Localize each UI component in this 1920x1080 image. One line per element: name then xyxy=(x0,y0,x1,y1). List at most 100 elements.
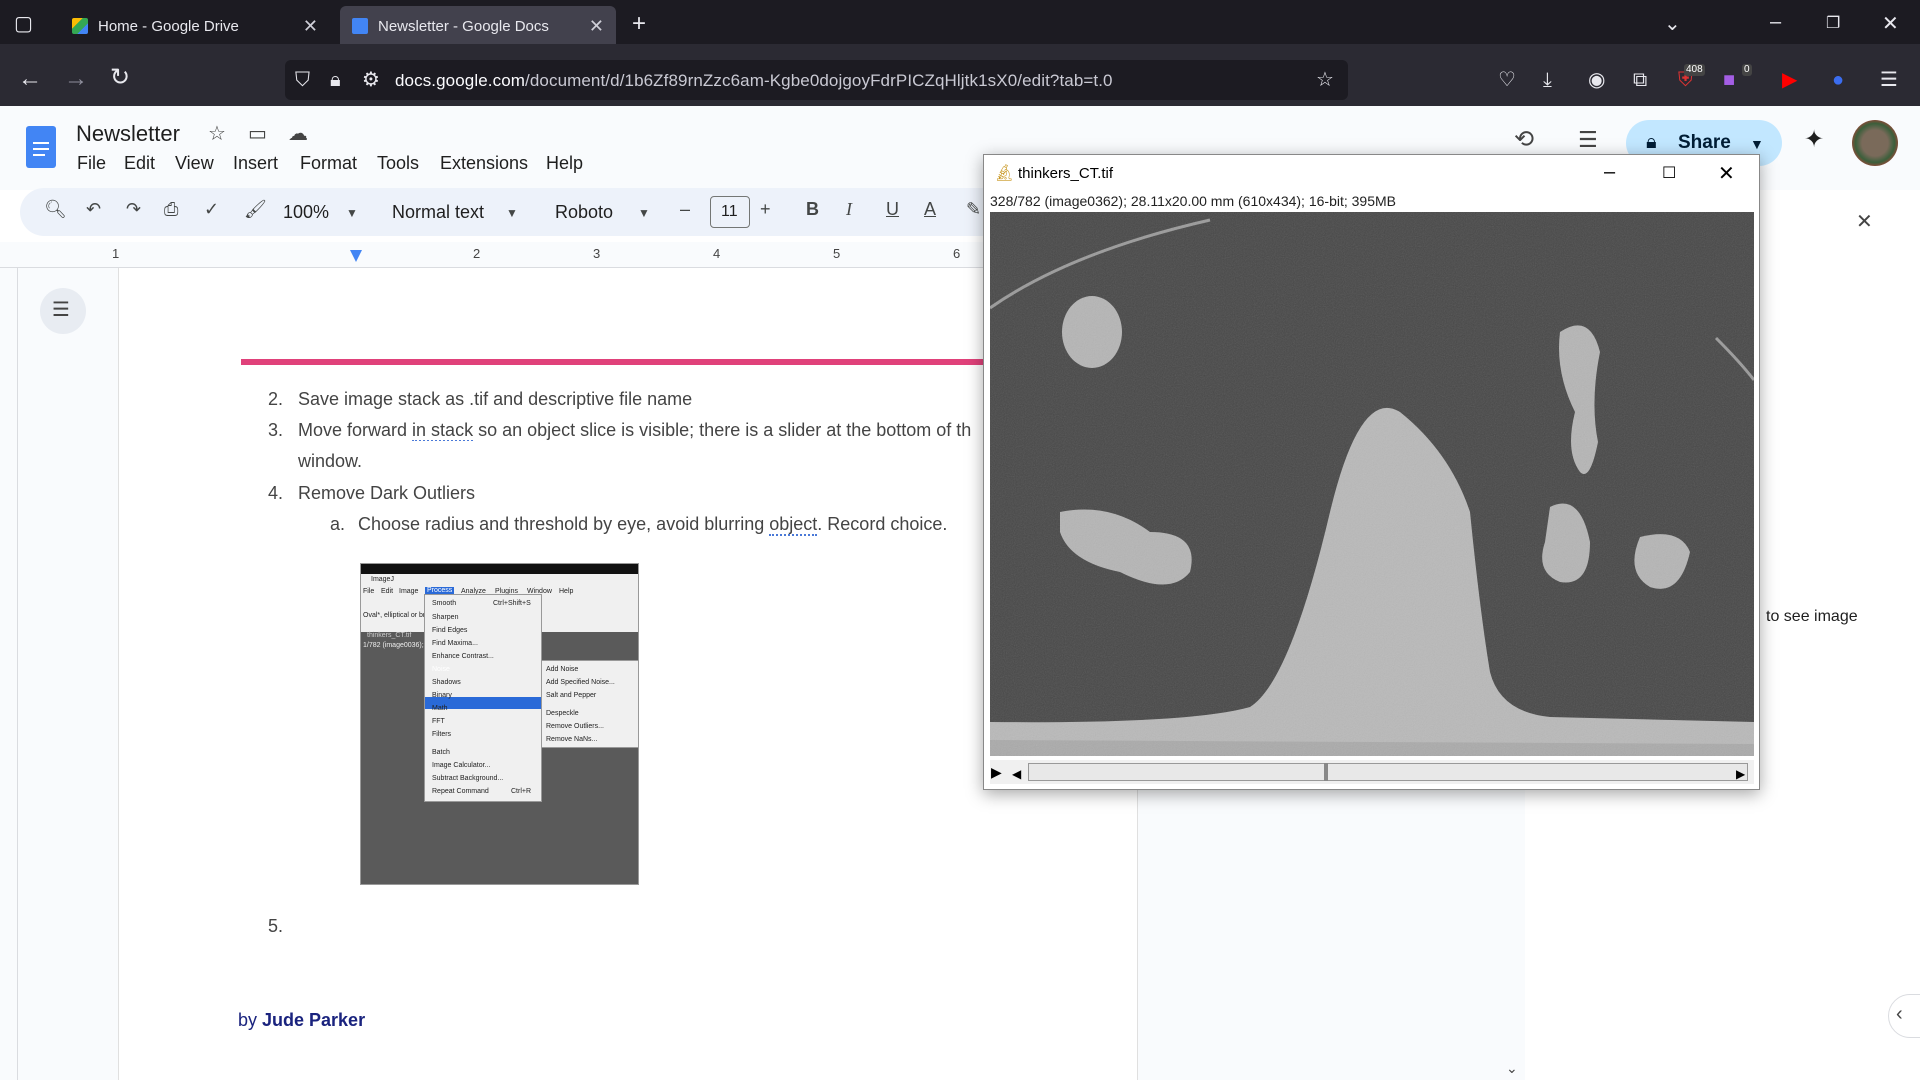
close-panel-icon[interactable]: ✕ xyxy=(1856,212,1873,232)
list-item[interactable]: Move forward in stack so an object slice… xyxy=(298,420,984,441)
play-icon[interactable]: ▶ xyxy=(991,762,1002,782)
slider-track[interactable] xyxy=(1028,763,1748,781)
print-icon[interactable]: ⎙ xyxy=(164,199,178,220)
forward-icon[interactable]: → xyxy=(64,67,88,91)
text-run: Move forward xyxy=(298,420,413,440)
chevron-down-icon[interactable]: ▼ xyxy=(346,206,358,220)
close-window-icon[interactable]: ✕ xyxy=(1882,14,1899,34)
thumb-submenu-item: Remove NaNs... xyxy=(546,736,598,743)
reload-icon[interactable]: ↻ xyxy=(110,66,130,90)
byline[interactable]: by Jude Parker xyxy=(238,1010,365,1031)
search-icon[interactable]: 🔍︎ xyxy=(44,199,67,220)
lock-icon[interactable]: 🔒︎ xyxy=(330,70,341,90)
tab-google-drive[interactable]: Home - Google Drive ✕ xyxy=(60,6,330,46)
thumb-menu-help: Help xyxy=(559,588,574,595)
imagej-image-canvas[interactable] xyxy=(989,212,1756,756)
extension-badge: 0 xyxy=(1742,64,1752,76)
tab-list-icon[interactable]: ▢ xyxy=(14,14,33,34)
account-icon[interactable]: ◉ xyxy=(1588,70,1605,90)
list-item[interactable]: Remove Dark Outliers xyxy=(298,483,475,504)
list-item-continuation[interactable]: window. xyxy=(298,451,362,472)
menu-icon[interactable]: ☰ xyxy=(1880,70,1898,90)
spellcheck-icon[interactable]: ✓ xyxy=(204,199,219,220)
version-history-icon[interactable]: ⟲ xyxy=(1514,128,1534,152)
ruler-number: 5 xyxy=(833,246,841,261)
close-icon[interactable]: ✕ xyxy=(1718,164,1735,184)
minimize-icon[interactable]: – xyxy=(1770,12,1781,32)
menu-help[interactable]: Help xyxy=(546,153,583,174)
share-dropdown-icon[interactable]: ▼ xyxy=(1750,134,1764,154)
avatar[interactable] xyxy=(1852,120,1898,166)
italic-icon[interactable]: I xyxy=(846,199,852,220)
thumb-image-title: thinkers_CT.tif xyxy=(367,632,412,639)
style-select[interactable]: Normal text xyxy=(392,202,484,223)
vertical-ruler[interactable] xyxy=(0,268,18,1080)
thumb-title: ImageJ xyxy=(371,576,394,583)
close-icon[interactable]: ✕ xyxy=(303,16,318,37)
undo-icon[interactable]: ↶ xyxy=(86,199,101,220)
star-icon[interactable]: ☆ xyxy=(208,124,226,144)
thumb-noise-submenu xyxy=(541,660,639,748)
url-domain: docs.google.com xyxy=(395,71,526,90)
extension-circle-icon[interactable]: ● xyxy=(1832,70,1844,90)
menu-insert[interactable]: Insert xyxy=(233,153,278,174)
move-folder-icon[interactable]: ▭ xyxy=(248,124,267,144)
font-select[interactable]: Roboto xyxy=(555,202,613,223)
increase-font-icon[interactable]: + xyxy=(760,199,771,220)
comments-icon[interactable]: ☰ xyxy=(1578,129,1598,151)
outline-list-icon: ☰ xyxy=(52,299,70,321)
list-number: a. xyxy=(330,514,346,534)
scroll-right-icon[interactable]: ▶ xyxy=(1736,764,1745,784)
permissions-icon[interactable]: ⚙ xyxy=(362,70,380,90)
close-icon[interactable]: ✕ xyxy=(589,16,604,37)
url-text[interactable]: docs.google.com/document/d/1b6Zf89rnZzc6… xyxy=(395,71,1113,91)
shield-icon[interactable]: ⛉ xyxy=(295,70,310,90)
menu-edit[interactable]: Edit xyxy=(124,153,155,174)
minimize-icon[interactable]: – xyxy=(1604,162,1615,182)
document-title[interactable]: Newsletter xyxy=(76,121,180,147)
maximize-icon[interactable]: ☐ xyxy=(1662,164,1676,184)
underline-icon[interactable]: U xyxy=(886,199,899,220)
slider-thumb[interactable] xyxy=(1324,763,1328,781)
youtube-icon[interactable]: ▶ xyxy=(1782,70,1797,90)
ct-slice-image xyxy=(989,212,1756,756)
chevron-down-icon[interactable]: ▼ xyxy=(638,206,650,220)
menu-format[interactable]: Format xyxy=(300,153,357,174)
redo-icon[interactable]: ↷ xyxy=(126,199,141,220)
chevron-down-icon[interactable]: ▼ xyxy=(506,206,518,220)
new-tab-icon[interactable]: + xyxy=(632,12,646,36)
horizontal-ruler[interactable] xyxy=(0,242,990,268)
docs-logo-icon[interactable] xyxy=(26,126,56,168)
bold-icon[interactable]: B xyxy=(806,199,819,220)
menu-extensions[interactable]: Extensions xyxy=(440,153,528,174)
highlight-icon[interactable]: ✎ xyxy=(966,199,981,220)
zoom-select[interactable]: 100% xyxy=(283,202,329,223)
ruler-number: 4 xyxy=(713,246,721,261)
paint-format-icon[interactable]: 🖌︎ xyxy=(244,199,267,220)
download-icon[interactable]: ⤓ xyxy=(1543,70,1552,90)
bookmark-star-icon[interactable]: ☆ xyxy=(1316,70,1334,90)
extension-icon[interactable]: ■ xyxy=(1723,70,1735,90)
list-item[interactable]: Save image stack as .tif and descriptive… xyxy=(298,389,692,410)
menu-tools[interactable]: Tools xyxy=(377,153,419,174)
spellcheck-underline[interactable]: in stack xyxy=(412,420,474,441)
gemini-icon[interactable]: ✦ xyxy=(1804,128,1824,152)
text-color-icon[interactable]: A xyxy=(924,199,936,220)
tab-google-docs[interactable]: Newsletter - Google Docs ✕ xyxy=(340,6,616,46)
spellcheck-underline[interactable]: object xyxy=(769,514,818,536)
url-path: /document/d/1b6Zf89rnZzc6am-Kgbe0dojgoyF… xyxy=(525,71,1113,90)
chevron-down-icon[interactable]: ⌄ xyxy=(1664,14,1681,34)
extensions-icon[interactable]: ⧉ xyxy=(1633,70,1647,90)
scroll-left-icon[interactable]: ◀ xyxy=(1012,764,1021,784)
cloud-status-icon[interactable]: ☁ xyxy=(288,124,308,144)
menu-view[interactable]: View xyxy=(175,153,214,174)
list-item[interactable]: Choose radius and threshold by eye, avoi… xyxy=(358,514,947,536)
back-icon[interactable]: ← xyxy=(18,67,42,91)
decrease-font-icon[interactable]: – xyxy=(680,199,690,220)
restore-icon[interactable]: ❐ xyxy=(1826,14,1840,34)
pocket-icon[interactable]: ♡ xyxy=(1498,70,1516,90)
accent-divider xyxy=(241,359,1001,365)
thumb-menu-item: Filters xyxy=(432,731,452,738)
menu-file[interactable]: File xyxy=(77,153,106,174)
scroll-down-icon[interactable]: ⌄ xyxy=(1506,1058,1518,1078)
